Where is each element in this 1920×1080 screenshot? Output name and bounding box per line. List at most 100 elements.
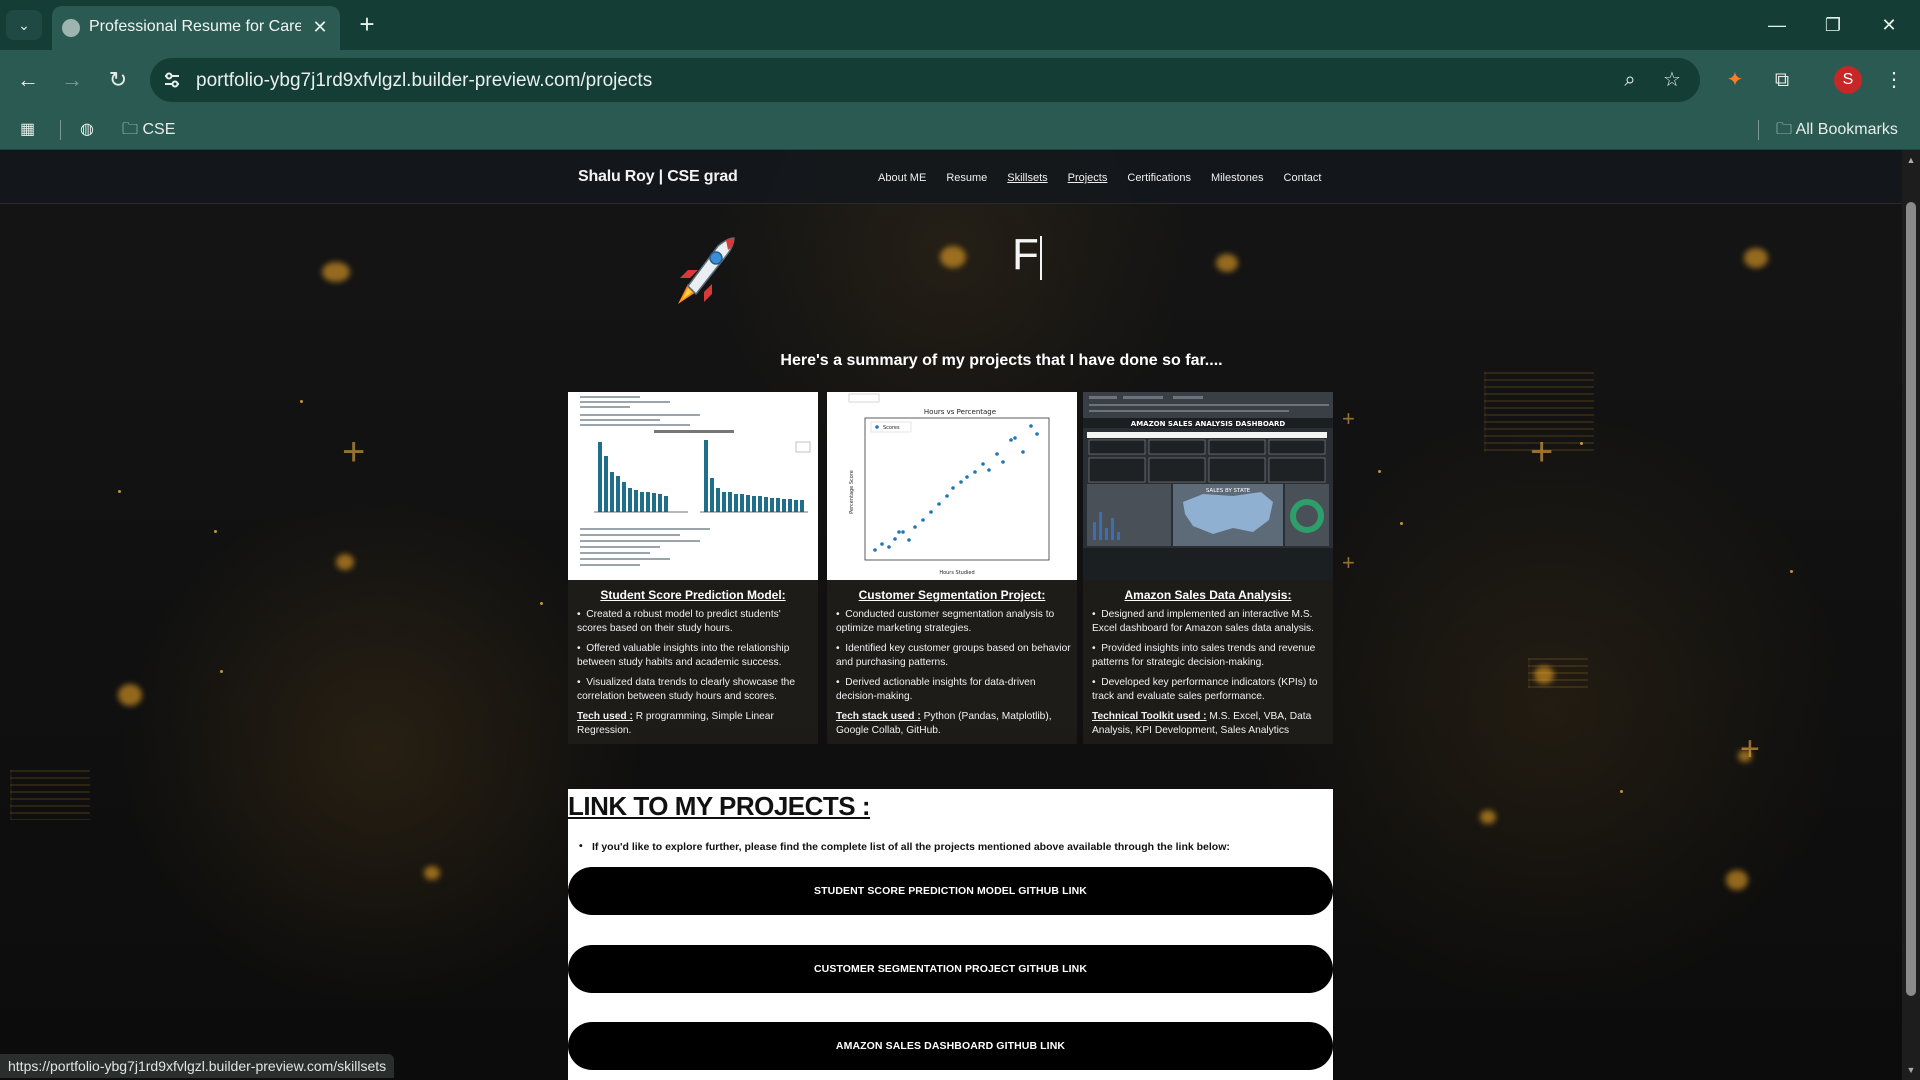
address-bar[interactable]: portfolio-ybg7j1rd9xfvlgzl.builder-previ… — [150, 58, 1700, 102]
bullet-text: Provided insights into sales trends and … — [1092, 643, 1316, 668]
restore-button[interactable]: ❐ — [1810, 8, 1856, 42]
project-bullet: • Created a robust model to predict stud… — [577, 609, 781, 634]
nav-about[interactable]: About ME — [878, 172, 926, 184]
tab-title: Professional Resume for Career — [89, 18, 301, 35]
close-window-button[interactable]: ✕ — [1866, 8, 1912, 42]
bullet-text: Conducted customer segmentation analysis… — [836, 609, 1055, 634]
rocket-icon — [678, 237, 735, 304]
plus-sparkle-icon: + — [1740, 730, 1760, 768]
nav-skillsets[interactable]: Skillsets — [1007, 172, 1047, 184]
zoom-icon[interactable]: ⌕ — [1618, 68, 1642, 92]
forward-button[interactable]: → — [54, 62, 90, 98]
site-info-icon[interactable] — [162, 70, 182, 90]
plus-sparkle-icon: + — [1342, 406, 1355, 431]
scroll-thumb[interactable] — [1906, 202, 1916, 996]
globe-icon — [62, 19, 80, 37]
url-text[interactable]: portfolio-ybg7j1rd9xfvlgzl.builder-previ… — [196, 70, 652, 92]
all-bookmarks-button[interactable]: 🗀 All Bookmarks — [1776, 118, 1898, 142]
folder-icon: 🗀 — [122, 121, 139, 138]
reload-button[interactable]: ↻ — [100, 62, 136, 98]
extension-icon[interactable]: ✦ — [1719, 64, 1751, 96]
dashboard-title: AMAZON SALES ANALYSIS DASHBOARD — [1131, 420, 1286, 428]
project-title: Amazon Sales Data Analysis: — [1124, 588, 1292, 602]
folder-icon: 🗀 — [1776, 121, 1793, 138]
project-tech: Tech stack used : Python (Pandas, Matplo… — [836, 710, 1072, 738]
chevron-down-icon: ⌄ — [18, 16, 30, 33]
bullet-text: Identified key customer groups based on … — [836, 643, 1071, 668]
close-tab-icon[interactable]: ✕ — [308, 15, 332, 39]
new-tab-button[interactable]: + — [352, 10, 382, 40]
minimize-button[interactable]: — — [1754, 8, 1800, 42]
scroll-up-icon[interactable]: ▲ — [1905, 154, 1917, 166]
project-card-amazon-sales: AMAZON SALES ANALYSIS DASHBOARD SALES BY… — [1083, 392, 1333, 744]
apps-grid-icon[interactable]: ▦ — [20, 118, 35, 142]
project-title: Customer Segmentation Project: — [858, 588, 1046, 602]
bookmarks-bar: ▦ ◍ 🗀 CSE 🗀 All Bookmarks — [0, 110, 1920, 150]
background-code-texture — [10, 770, 90, 820]
bullet-text: Derived actionable insights for data-dri… — [836, 677, 1036, 702]
nav-resume[interactable]: Resume — [946, 172, 987, 184]
bullet-text: Developed key performance indicators (KP… — [1092, 677, 1318, 702]
amazon-sales-github-button[interactable]: AMAZON SALES DASHBOARD GITHUB LINK — [568, 1022, 1333, 1070]
amazon-dashboard-thumbnail[interactable]: AMAZON SALES ANALYSIS DASHBOARD SALES BY… — [1083, 392, 1333, 580]
bokeh-dot — [1620, 790, 1623, 793]
bokeh-dot — [540, 602, 543, 605]
project-bullet: • Provided insights into sales trends an… — [1092, 643, 1316, 668]
project-links-section: LINK TO MY PROJECTS : If you'd like to e… — [568, 789, 1333, 1080]
nav-milestones[interactable]: Milestones — [1211, 172, 1264, 184]
bookmark-folder-cse[interactable]: 🗀 CSE — [122, 118, 175, 142]
project-bullet: • Offered valuable insights into the rel… — [577, 643, 790, 668]
plus-sparkle-icon: + — [342, 430, 366, 474]
bokeh-dot — [118, 490, 121, 493]
tab-strip: ⌄ Professional Resume for Career ✕ + — ❐… — [0, 0, 1920, 50]
site-brand[interactable]: Shalu Roy | CSE grad — [578, 168, 738, 186]
nav-certifications[interactable]: Certifications — [1127, 172, 1191, 184]
scatter-title: Hours vs Percentage — [924, 408, 996, 416]
project-bullet: • Designed and implemented an interactiv… — [1092, 609, 1314, 634]
globe-bookmark-icon[interactable]: ◍ — [80, 118, 94, 142]
bullet-text: Created a robust model to predict studen… — [577, 609, 781, 634]
bookmark-divider — [60, 120, 61, 140]
bullet-text: Designed and implemented an interactive … — [1092, 609, 1314, 634]
scatter-ylabel: Percentage Score — [849, 470, 855, 514]
student-score-github-button[interactable]: STUDENT SCORE PREDICTION MODEL GITHUB LI… — [568, 867, 1333, 915]
nav-projects[interactable]: Projects — [1068, 172, 1108, 184]
profile-avatar[interactable]: S — [1834, 66, 1862, 94]
project-description: • Conducted customer segmentation analys… — [836, 608, 1072, 744]
project-card-customer-segmentation: Hours vs Percentage Scores Hours Studied… — [827, 392, 1077, 744]
nav-contact[interactable]: Contact — [1284, 172, 1322, 184]
bokeh-light — [322, 262, 350, 282]
tab-search-button[interactable]: ⌄ — [6, 10, 42, 40]
customer-segmentation-thumbnail[interactable]: Hours vs Percentage Scores Hours Studied… — [827, 392, 1077, 580]
tech-label: Tech stack used : — [836, 711, 921, 722]
bokeh-dot — [1580, 442, 1583, 445]
bokeh-dot — [214, 530, 217, 533]
scroll-down-icon[interactable]: ▼ — [1905, 1064, 1917, 1076]
page-scrollbar[interactable]: ▲ ▼ — [1902, 150, 1920, 1080]
typing-caret — [1040, 236, 1042, 280]
project-description: • Designed and implemented an interactiv… — [1092, 608, 1328, 744]
project-bullet: • Developed key performance indicators (… — [1092, 677, 1318, 702]
back-button[interactable]: ← — [10, 62, 46, 98]
project-tech: Tech used : R programming, Simple Linear… — [577, 710, 813, 738]
background-code-texture — [1484, 372, 1594, 452]
all-bookmarks-label: All Bookmarks — [1795, 121, 1898, 138]
bokeh-light — [336, 554, 354, 570]
bookmark-star-icon[interactable]: ☆ — [1660, 68, 1684, 92]
customer-segmentation-github-button[interactable]: CUSTOMER SEGMENTATION PROJECT GITHUB LIN… — [568, 945, 1333, 993]
bookmark-folder-label: CSE — [142, 121, 176, 138]
bokeh-light — [1726, 870, 1748, 890]
links-intro: If you'd like to explore further, please… — [579, 840, 1230, 853]
project-card-student-score: Student Score Prediction Model: • Create… — [568, 392, 818, 744]
bullet-text: Visualized data trends to clearly showca… — [577, 677, 796, 702]
project-tech: Technical Toolkit used : M.S. Excel, VBA… — [1092, 710, 1328, 738]
project-title: Student Score Prediction Model: — [600, 588, 786, 602]
extensions-puzzle-icon[interactable]: ⧉ — [1766, 64, 1798, 96]
projects-summary-heading: Here's a summary of my projects that I h… — [780, 352, 1223, 369]
student-score-thumbnail[interactable] — [568, 392, 818, 580]
site-nav: About ME Resume Skillsets Projects Certi… — [878, 172, 1341, 184]
active-tab[interactable]: Professional Resume for Career ✕ — [52, 6, 340, 50]
bokeh-light — [118, 684, 142, 706]
background-code-texture — [1528, 658, 1588, 688]
menu-kebab-icon[interactable]: ⋮ — [1878, 64, 1910, 96]
